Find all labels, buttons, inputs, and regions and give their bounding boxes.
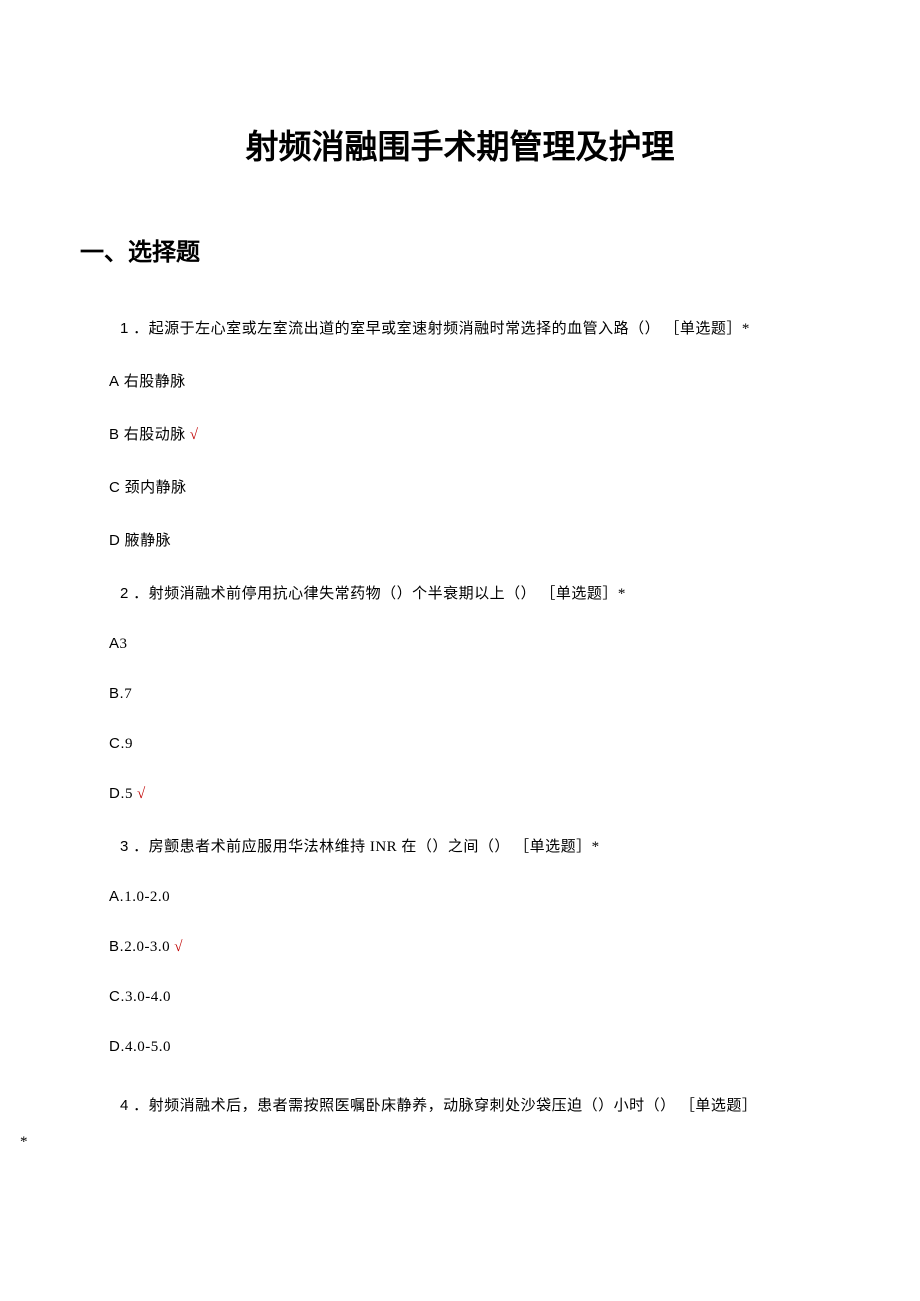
option-letter: C. <box>109 988 125 1005</box>
option-text: 2.0-3.0 <box>124 939 170 955</box>
question-number: 2 <box>120 585 129 602</box>
question-stem: 1 ．起源于左心室或左室流出道的室早或室速射频消融时常选择的血管入路（） ［单选… <box>120 317 840 338</box>
correct-mark-icon: √ <box>190 427 199 443</box>
option-letter: D <box>109 532 120 549</box>
option: B 右股动脉√ <box>109 423 840 444</box>
question-number: 4 <box>120 1097 129 1114</box>
option-text: 右股动脉 <box>120 427 186 443</box>
correct-mark-icon: √ <box>174 939 183 955</box>
option-letter: B. <box>109 685 124 702</box>
question-text: ．射频消融术前停用抗心律失常药物（）个半衰期以上（） ［单选题］* <box>133 586 626 602</box>
option-letter: D. <box>109 1038 125 1055</box>
question-stem: 3 ．房颤患者术前应服用华法林维持 INR 在（）之间（） ［单选题］* <box>120 835 840 856</box>
option-text: 9 <box>125 736 133 752</box>
question-stem: 4 ．射频消融术后，患者需按照医嘱卧床静养，动脉穿刺处沙袋压迫（）小时（） ［单… <box>80 1088 840 1160</box>
option-text: 3 <box>120 636 128 652</box>
question-number: 3 <box>120 838 129 855</box>
option-text: 右股静脉 <box>120 374 186 390</box>
question-text-cont: * <box>20 1124 840 1160</box>
question-text: ．射频消融术后，患者需按照医嘱卧床静养，动脉穿刺处沙袋压迫（）小时（） ［单选题… <box>133 1098 757 1114</box>
question-text: ．起源于左心室或左室流出道的室早或室速射频消融时常选择的血管入路（） ［单选题］… <box>133 321 750 337</box>
option: C.9 <box>109 735 840 753</box>
option-letter: A <box>109 635 120 652</box>
option-letter: D. <box>109 785 125 802</box>
question-number: 1 <box>120 320 129 337</box>
option: D 腋静脉 <box>109 529 840 550</box>
option: B.2.0-3.0√ <box>109 938 840 956</box>
option-letter: C. <box>109 735 125 752</box>
question-text: ．房颤患者术前应服用华法林维持 INR 在（）之间（） ［单选题］* <box>133 839 600 855</box>
section-heading: 一、选择题 <box>80 232 840 267</box>
option: A 右股静脉 <box>109 370 840 391</box>
question-stem: 2 ．射频消融术前停用抗心律失常药物（）个半衰期以上（） ［单选题］* <box>120 582 840 603</box>
option-letter: A. <box>109 888 124 905</box>
option-text: 7 <box>124 686 132 702</box>
option-text: 1.0-2.0 <box>124 889 170 905</box>
option: C.3.0-4.0 <box>109 988 840 1006</box>
option: A.1.0-2.0 <box>109 888 840 906</box>
option-text: 4.0-5.0 <box>125 1039 171 1055</box>
option-letter: A <box>109 373 120 390</box>
option-text: 腋静脉 <box>120 533 171 549</box>
option: A3 <box>109 635 840 653</box>
option-letter: B. <box>109 938 124 955</box>
option: B.7 <box>109 685 840 703</box>
option-letter: C <box>109 479 120 496</box>
option: D.4.0-5.0 <box>109 1038 840 1056</box>
option-text: 3.0-4.0 <box>125 989 171 1005</box>
option-text: 颈内静脉 <box>120 480 186 496</box>
page-title: 射频消融围手术期管理及护理 <box>80 120 840 168</box>
option: C 颈内静脉 <box>109 476 840 497</box>
option-text: 5 <box>125 786 133 802</box>
option-letter: B <box>109 426 120 443</box>
correct-mark-icon: √ <box>137 786 146 802</box>
option: D.5√ <box>109 785 840 803</box>
